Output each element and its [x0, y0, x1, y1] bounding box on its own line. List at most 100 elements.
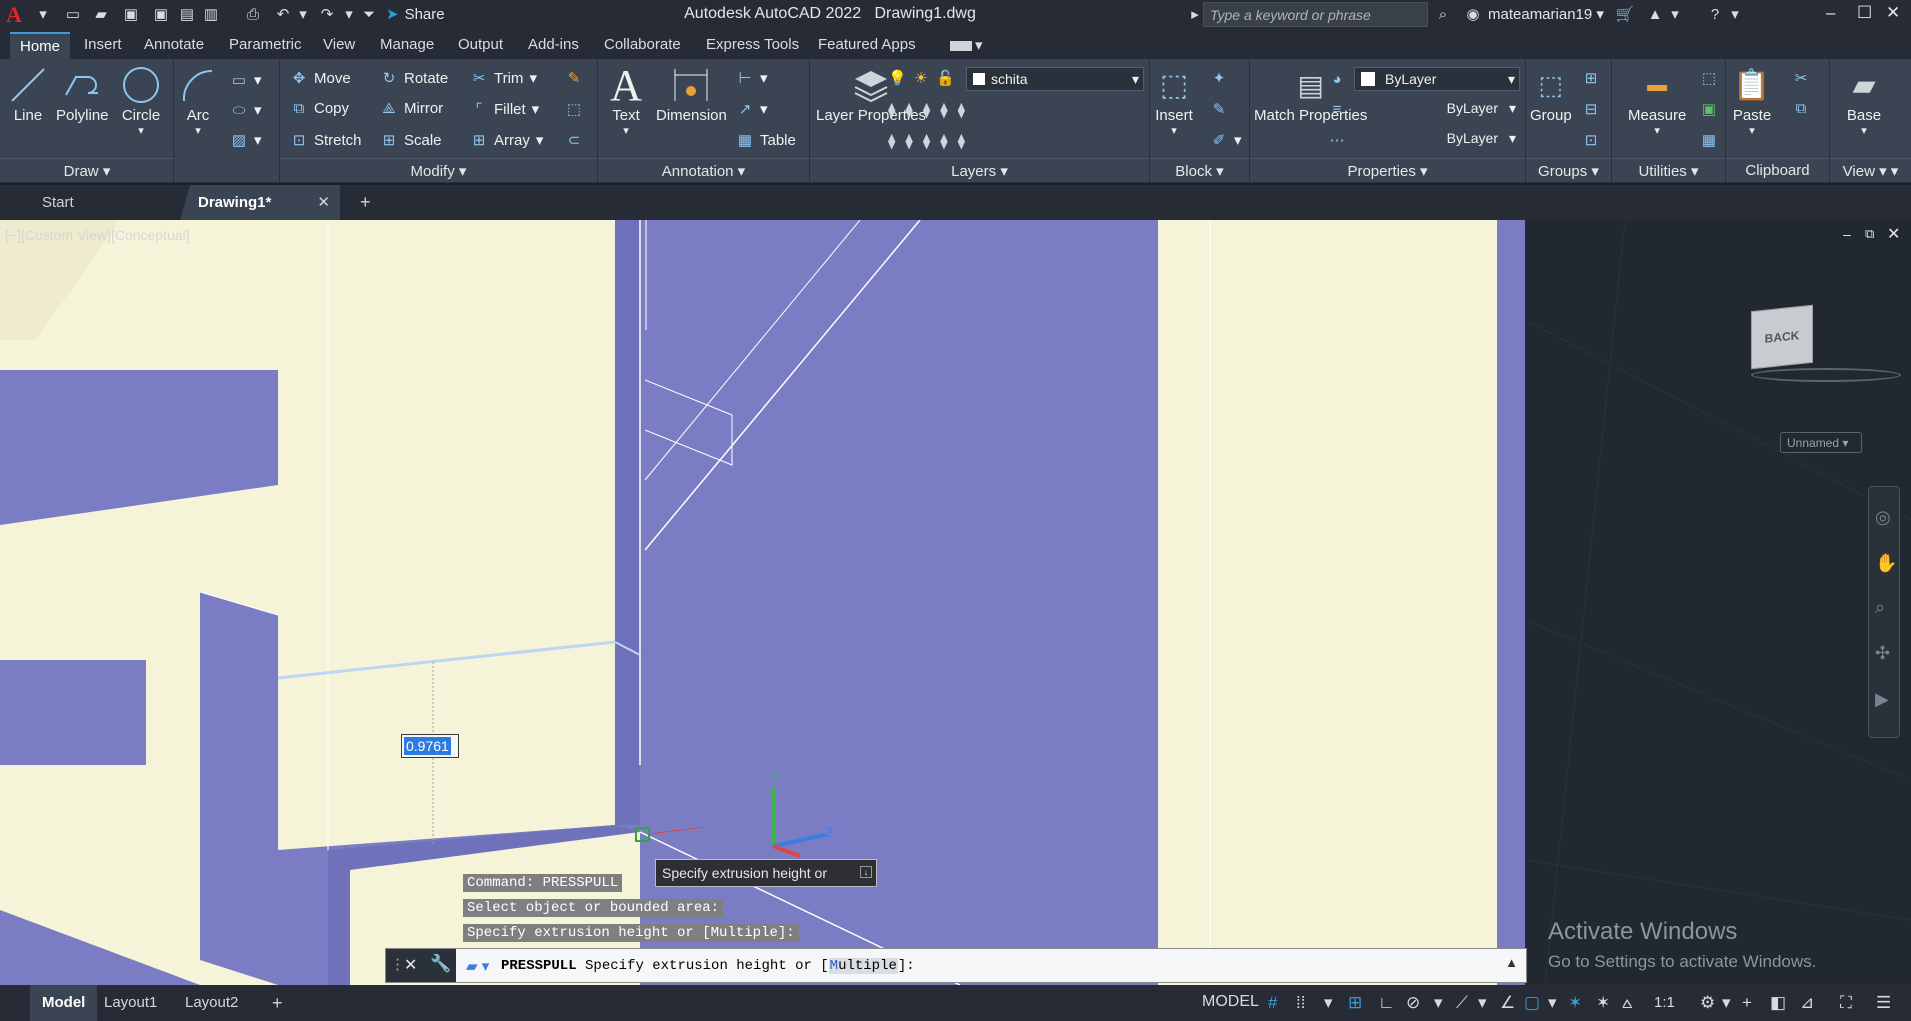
- text-button[interactable]: A Text ▾: [606, 61, 646, 138]
- workspace-dropdown-icon[interactable]: ▾: [1722, 993, 1731, 1013]
- tab-express-tools[interactable]: Express Tools: [706, 36, 799, 53]
- command-grip-icon[interactable]: ⋮: [390, 955, 405, 973]
- help-dropdown-icon[interactable]: ▾: [1724, 3, 1746, 25]
- calculator-icon[interactable]: ▦: [1700, 131, 1718, 149]
- tab-model[interactable]: Model: [30, 985, 98, 1021]
- edit-attributes-icon[interactable]: ✐ ▾: [1210, 131, 1242, 149]
- line-button[interactable]: Line: [8, 65, 48, 124]
- maximize-icon[interactable]: ☐: [1857, 3, 1872, 23]
- move-button[interactable]: ✥ Move: [290, 69, 351, 88]
- command-history-up-icon[interactable]: ▲: [1505, 955, 1518, 970]
- close-window-icon[interactable]: ✕: [1886, 3, 1900, 23]
- erase-icon[interactable]: ✎: [565, 69, 583, 87]
- new-tab-icon[interactable]: +: [346, 185, 385, 220]
- object-snap-icon[interactable]: ▢: [1524, 993, 1540, 1013]
- save-as-icon[interactable]: ▣: [150, 3, 172, 25]
- mirror-button[interactable]: ⟁ Mirror: [380, 100, 443, 117]
- scale-button[interactable]: ⊞ Scale: [380, 131, 442, 150]
- polyline-button[interactable]: Polyline: [56, 65, 109, 124]
- lineweight-dropdown[interactable]: ByLayer ▾: [1354, 127, 1520, 151]
- create-block-icon[interactable]: ✦: [1210, 69, 1228, 87]
- undo-icon[interactable]: ↶: [272, 3, 294, 25]
- autocad-logo[interactable]: A: [6, 2, 22, 28]
- polar-dropdown-icon[interactable]: ▾: [1434, 993, 1443, 1013]
- annotation-monitor-icon[interactable]: +: [1742, 993, 1752, 1013]
- minimize-icon[interactable]: –: [1826, 3, 1835, 23]
- clipboard-panel-title[interactable]: Clipboard: [1726, 158, 1829, 180]
- multiple-option[interactable]: Multiple: [828, 958, 898, 974]
- annotation-scale-value[interactable]: 1:1: [1654, 994, 1675, 1011]
- add-layout-icon[interactable]: +: [260, 985, 295, 1021]
- viewport-restore-icon[interactable]: ⧉: [1865, 226, 1874, 242]
- tab-annotate[interactable]: Annotate: [144, 36, 204, 53]
- search-input[interactable]: Type a keyword or phrase: [1203, 2, 1428, 27]
- tab-output[interactable]: Output: [458, 36, 503, 53]
- group-select-icon[interactable]: ⊡: [1582, 131, 1600, 149]
- linetype-icon[interactable]: ⋯: [1328, 131, 1346, 149]
- tab-start[interactable]: Start: [28, 185, 180, 220]
- view-panel-title[interactable]: View ▾ ▾: [1830, 158, 1911, 180]
- viewport-close-icon[interactable]: ✕: [1887, 224, 1900, 244]
- group-button[interactable]: ⬚ Group: [1530, 65, 1572, 125]
- cut-icon[interactable]: ✂: [1792, 69, 1810, 87]
- tab-drawing1[interactable]: Drawing1* ✕: [180, 185, 340, 220]
- copy-button[interactable]: ⧉ Copy: [290, 100, 349, 117]
- object-snap-dropdown-icon[interactable]: ▾: [1548, 993, 1557, 1013]
- app-dropdown-icon[interactable]: ▾: [1664, 3, 1686, 25]
- tab-layout2[interactable]: Layout2: [173, 985, 250, 1021]
- model-space-button[interactable]: MODEL: [1202, 993, 1259, 1011]
- insert-block-button[interactable]: ⬚ Insert ▾: [1154, 65, 1194, 138]
- redo-dropdown-icon[interactable]: ▾: [338, 3, 360, 25]
- dimension-button[interactable]: Dimension: [656, 65, 727, 124]
- utilities-panel-title[interactable]: Utilities ▾: [1612, 158, 1725, 180]
- ortho-icon[interactable]: ∟: [1378, 993, 1395, 1013]
- layer-tools-row2-icon[interactable]: ⧫⧫⧫⧫⧫: [888, 132, 975, 150]
- block-panel-title[interactable]: Block ▾: [1150, 158, 1249, 180]
- tab-parametric[interactable]: Parametric: [229, 36, 302, 53]
- viewport-minimize-icon[interactable]: –: [1843, 226, 1851, 242]
- select-similar-icon[interactable]: ⬚: [1700, 69, 1718, 87]
- grid-icon[interactable]: #: [1268, 993, 1277, 1013]
- close-command-icon[interactable]: ✕: [404, 955, 417, 975]
- trim-button[interactable]: ✂ Trim ▾: [470, 69, 537, 88]
- clean-screen-icon[interactable]: ⛶: [1840, 993, 1852, 1013]
- annotation-scale-icon[interactable]: ⩟: [1622, 993, 1632, 1013]
- performance-icon[interactable]: ⊿: [1800, 993, 1814, 1013]
- isodraft-icon[interactable]: ⟋: [1456, 993, 1468, 1013]
- match-properties-button[interactable]: ▤ Match Properties: [1254, 65, 1367, 125]
- share-button[interactable]: ➤ Share: [386, 5, 445, 23]
- tab-collaborate[interactable]: Collaborate: [604, 36, 681, 53]
- tab-view[interactable]: View: [323, 36, 355, 53]
- circle-dropdown-icon[interactable]: ▾: [138, 124, 144, 137]
- color-wheel-icon[interactable]: ◕: [1328, 71, 1346, 88]
- tab-manage[interactable]: Manage: [380, 36, 434, 53]
- explode-icon[interactable]: ⬚: [565, 100, 583, 118]
- linetype-dropdown[interactable]: ByLayer ▾: [1354, 97, 1520, 121]
- undo-dropdown-icon[interactable]: ▾: [292, 3, 314, 25]
- offset-icon[interactable]: ⊂: [565, 131, 583, 149]
- save-icon[interactable]: ▣: [120, 3, 142, 25]
- close-tab-icon[interactable]: ✕: [317, 185, 330, 220]
- layers-panel-title[interactable]: Layers ▾: [810, 158, 1149, 180]
- properties-panel-title[interactable]: Properties ▾: [1250, 158, 1525, 180]
- layer-dropdown[interactable]: schita ▾: [966, 67, 1144, 91]
- recent-commands-icon[interactable]: ▰ ▾: [466, 957, 489, 975]
- copy-clip-icon[interactable]: ⧉: [1792, 100, 1810, 117]
- dynamic-input-icon[interactable]: ⊞: [1348, 993, 1362, 1013]
- quick-select-icon[interactable]: ▣: [1700, 100, 1718, 118]
- plot-icon[interactable]: ⎙: [242, 3, 264, 25]
- customization-menu-icon[interactable]: ☰: [1876, 993, 1891, 1013]
- layer-tools-row1-icon[interactable]: ⧫⧫⧫⧫⧫: [888, 101, 975, 119]
- snap-dropdown-icon[interactable]: ▾: [1324, 993, 1333, 1013]
- polar-tracking-icon[interactable]: ⊘: [1406, 993, 1420, 1013]
- autoscale-icon[interactable]: ✶: [1596, 993, 1610, 1013]
- groups-panel-title[interactable]: Groups ▾: [1526, 158, 1611, 180]
- autodesk-app-icon[interactable]: ▲: [1644, 3, 1666, 25]
- dynamic-input-field[interactable]: 0.9761: [401, 734, 459, 758]
- showmotion-icon[interactable]: ▶: [1875, 689, 1889, 710]
- viewcube-compass-ring[interactable]: [1751, 368, 1901, 382]
- open-folder-icon[interactable]: ▰: [90, 3, 112, 25]
- isolate-objects-icon[interactable]: ◧: [1770, 993, 1786, 1013]
- customize-wrench-icon[interactable]: 🔧: [430, 954, 451, 974]
- viewport-side-area[interactable]: – ⧉ ✕ BACK: [1525, 220, 1911, 985]
